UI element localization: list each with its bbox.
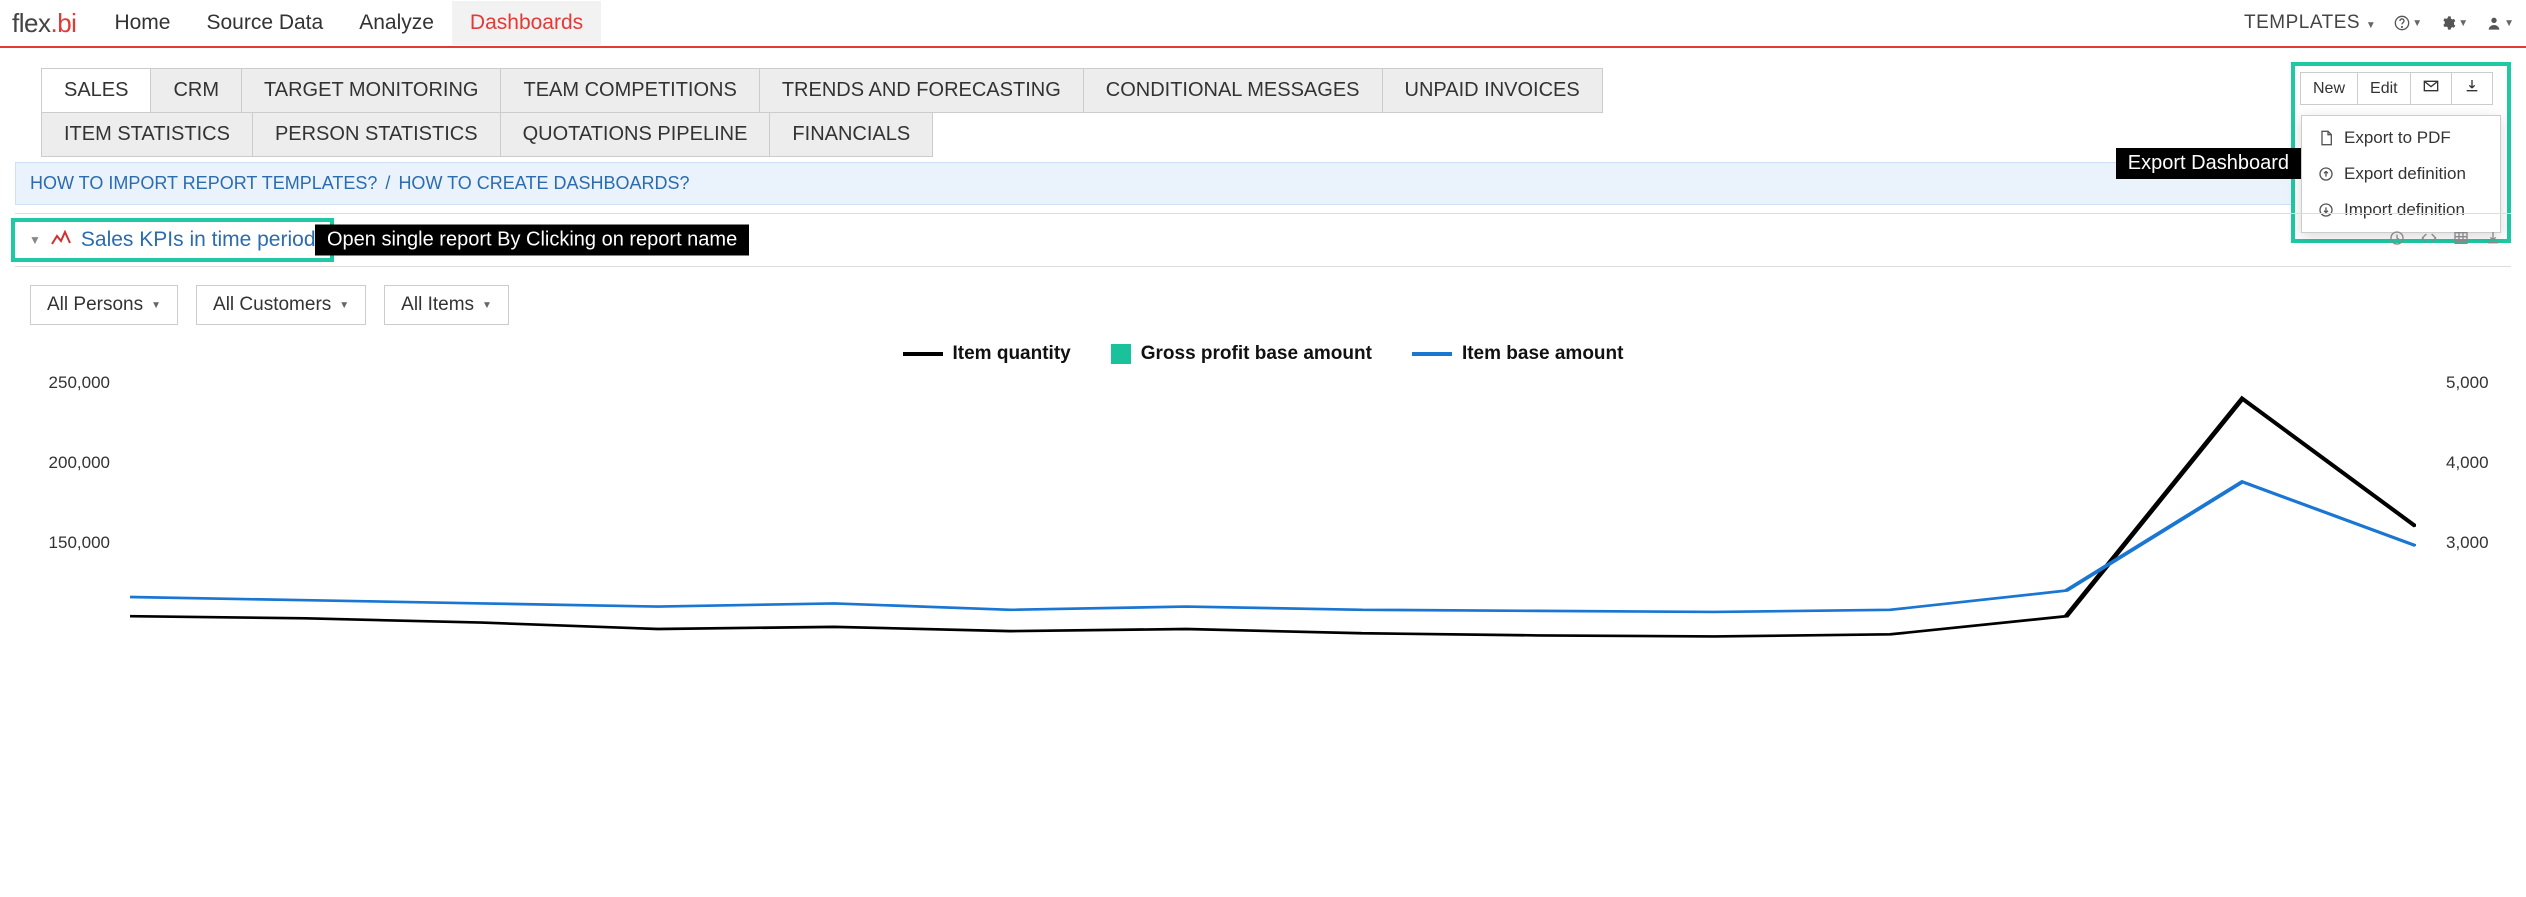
y-tick: 150,000	[49, 533, 120, 553]
y-tick: 250,000	[49, 373, 120, 393]
report-title-link[interactable]: Sales KPIs in time period	[81, 228, 316, 252]
export-definition-label: Export definition	[2344, 164, 2466, 184]
filter-customers-label: All Customers	[213, 294, 331, 316]
report-header: ▼ Sales KPIs in time period Open single …	[15, 213, 2511, 267]
download-icon	[2464, 78, 2480, 94]
chart-svg	[130, 373, 2416, 693]
logo-text-right: .bi	[50, 8, 76, 38]
gear-icon[interactable]: ▼	[2440, 15, 2468, 31]
email-button[interactable]	[2410, 72, 2452, 105]
templates-label: TEMPLATES	[2244, 12, 2360, 33]
tab-crm[interactable]: CRM	[150, 68, 242, 113]
help-icon[interactable]: ▼	[2394, 15, 2422, 31]
legend-label-3: Item base amount	[1462, 343, 1624, 365]
tab-financials[interactable]: FINANCIALS	[769, 112, 933, 157]
annotation-open-report: Open single report By Clicking on report…	[315, 225, 749, 256]
help-link-create-dashboards[interactable]: HOW TO CREATE DASHBOARDS?	[398, 173, 689, 194]
line-chart-icon	[51, 230, 71, 251]
dashboard-tabs-row1: SALES CRM TARGET MONITORING TEAM COMPETI…	[0, 48, 2526, 113]
tab-quotations-pipeline[interactable]: QUOTATIONS PIPELINE	[500, 112, 771, 157]
tab-item-statistics[interactable]: ITEM STATISTICS	[41, 112, 253, 157]
y-tick: 200,000	[49, 453, 120, 473]
caret-down-icon: ▼	[2366, 20, 2376, 31]
report-title-box: ▼ Sales KPIs in time period	[11, 218, 334, 262]
filter-items[interactable]: All Items ▼	[384, 285, 509, 325]
legend-swatch-teal	[1111, 344, 1131, 364]
top-bar: flex.bi Home Source Data Analyze Dashboa…	[0, 0, 2526, 48]
clock-icon[interactable]	[2389, 230, 2405, 251]
chart-plot	[130, 373, 2416, 693]
pdf-icon	[2318, 130, 2334, 146]
export-button[interactable]	[2451, 72, 2493, 105]
y2-tick: 3,000	[2436, 533, 2489, 553]
legend-swatch-blue	[1412, 352, 1452, 356]
tab-person-statistics[interactable]: PERSON STATISTICS	[252, 112, 501, 157]
tab-team-competitions[interactable]: TEAM COMPETITIONS	[500, 68, 759, 113]
y2-tick: 4,000	[2436, 453, 2489, 473]
help-link-import-templates[interactable]: HOW TO IMPORT REPORT TEMPLATES?	[30, 173, 377, 194]
templates-dropdown[interactable]: TEMPLATES ▼	[2244, 12, 2376, 34]
caret-down-icon: ▼	[2412, 18, 2422, 29]
tab-conditional-messages[interactable]: CONDITIONAL MESSAGES	[1083, 68, 1383, 113]
chevron-down-icon[interactable]: ▼	[29, 233, 41, 247]
nav-source-data[interactable]: Source Data	[188, 1, 341, 45]
caret-down-icon: ▼	[151, 300, 161, 311]
caret-down-icon: ▼	[2504, 18, 2514, 29]
legend-label-1: Item quantity	[953, 343, 1071, 365]
action-button-group: New Edit	[2301, 72, 2501, 105]
tab-trends-forecasting[interactable]: TRENDS AND FORECASTING	[759, 68, 1084, 113]
caret-down-icon: ▼	[339, 300, 349, 311]
y2-tick: 5,000	[2436, 373, 2489, 393]
arrow-up-circle-icon	[2318, 166, 2334, 182]
edit-button[interactable]: Edit	[2357, 72, 2411, 105]
new-button[interactable]: New	[2300, 72, 2358, 105]
export-pdf-label: Export to PDF	[2344, 128, 2451, 148]
tab-target-monitoring[interactable]: TARGET MONITORING	[241, 68, 501, 113]
email-icon	[2423, 78, 2439, 94]
export-definition-item[interactable]: Export definition	[2302, 156, 2500, 192]
legend-swatch-black	[903, 352, 943, 356]
chart-legend: Item quantity Gross profit base amount I…	[30, 343, 2496, 365]
nav-dashboards[interactable]: Dashboards	[452, 1, 601, 45]
code-icon[interactable]	[2421, 230, 2437, 251]
caret-down-icon: ▼	[482, 300, 492, 311]
annotation-export-dashboard: Export Dashboard	[2116, 148, 2301, 179]
nav-home[interactable]: Home	[96, 1, 188, 45]
filters-row: All Persons ▼ All Customers ▼ All Items …	[0, 267, 2526, 343]
series-item-quantity	[130, 399, 2416, 637]
nav-analyze[interactable]: Analyze	[341, 1, 452, 45]
table-icon[interactable]	[2453, 230, 2469, 251]
tab-unpaid-invoices[interactable]: UNPAID INVOICES	[1382, 68, 1603, 113]
report-tools	[2389, 230, 2511, 251]
legend-label-2: Gross profit base amount	[1141, 343, 1372, 365]
help-separator: /	[385, 173, 390, 194]
filter-persons[interactable]: All Persons ▼	[30, 285, 178, 325]
user-icon[interactable]: ▼	[2486, 15, 2514, 31]
filter-persons-label: All Persons	[47, 294, 143, 316]
filter-items-label: All Items	[401, 294, 474, 316]
series-item-base-amount	[130, 482, 2416, 612]
topbar-right: TEMPLATES ▼ ▼ ▼ ▼	[2244, 12, 2514, 34]
legend-gross-profit: Gross profit base amount	[1111, 343, 1372, 365]
caret-down-icon: ▼	[2458, 18, 2468, 29]
download-icon[interactable]	[2485, 230, 2501, 251]
export-pdf-item[interactable]: Export to PDF	[2302, 120, 2500, 156]
tab-sales[interactable]: SALES	[41, 68, 151, 113]
legend-item-base-amount: Item base amount	[1412, 343, 1624, 365]
legend-item-quantity: Item quantity	[903, 343, 1071, 365]
logo-text-left: flex	[12, 8, 50, 38]
chart-area: Item quantity Gross profit base amount I…	[30, 343, 2496, 693]
logo: flex.bi	[12, 8, 76, 39]
filter-customers[interactable]: All Customers ▼	[196, 285, 366, 325]
